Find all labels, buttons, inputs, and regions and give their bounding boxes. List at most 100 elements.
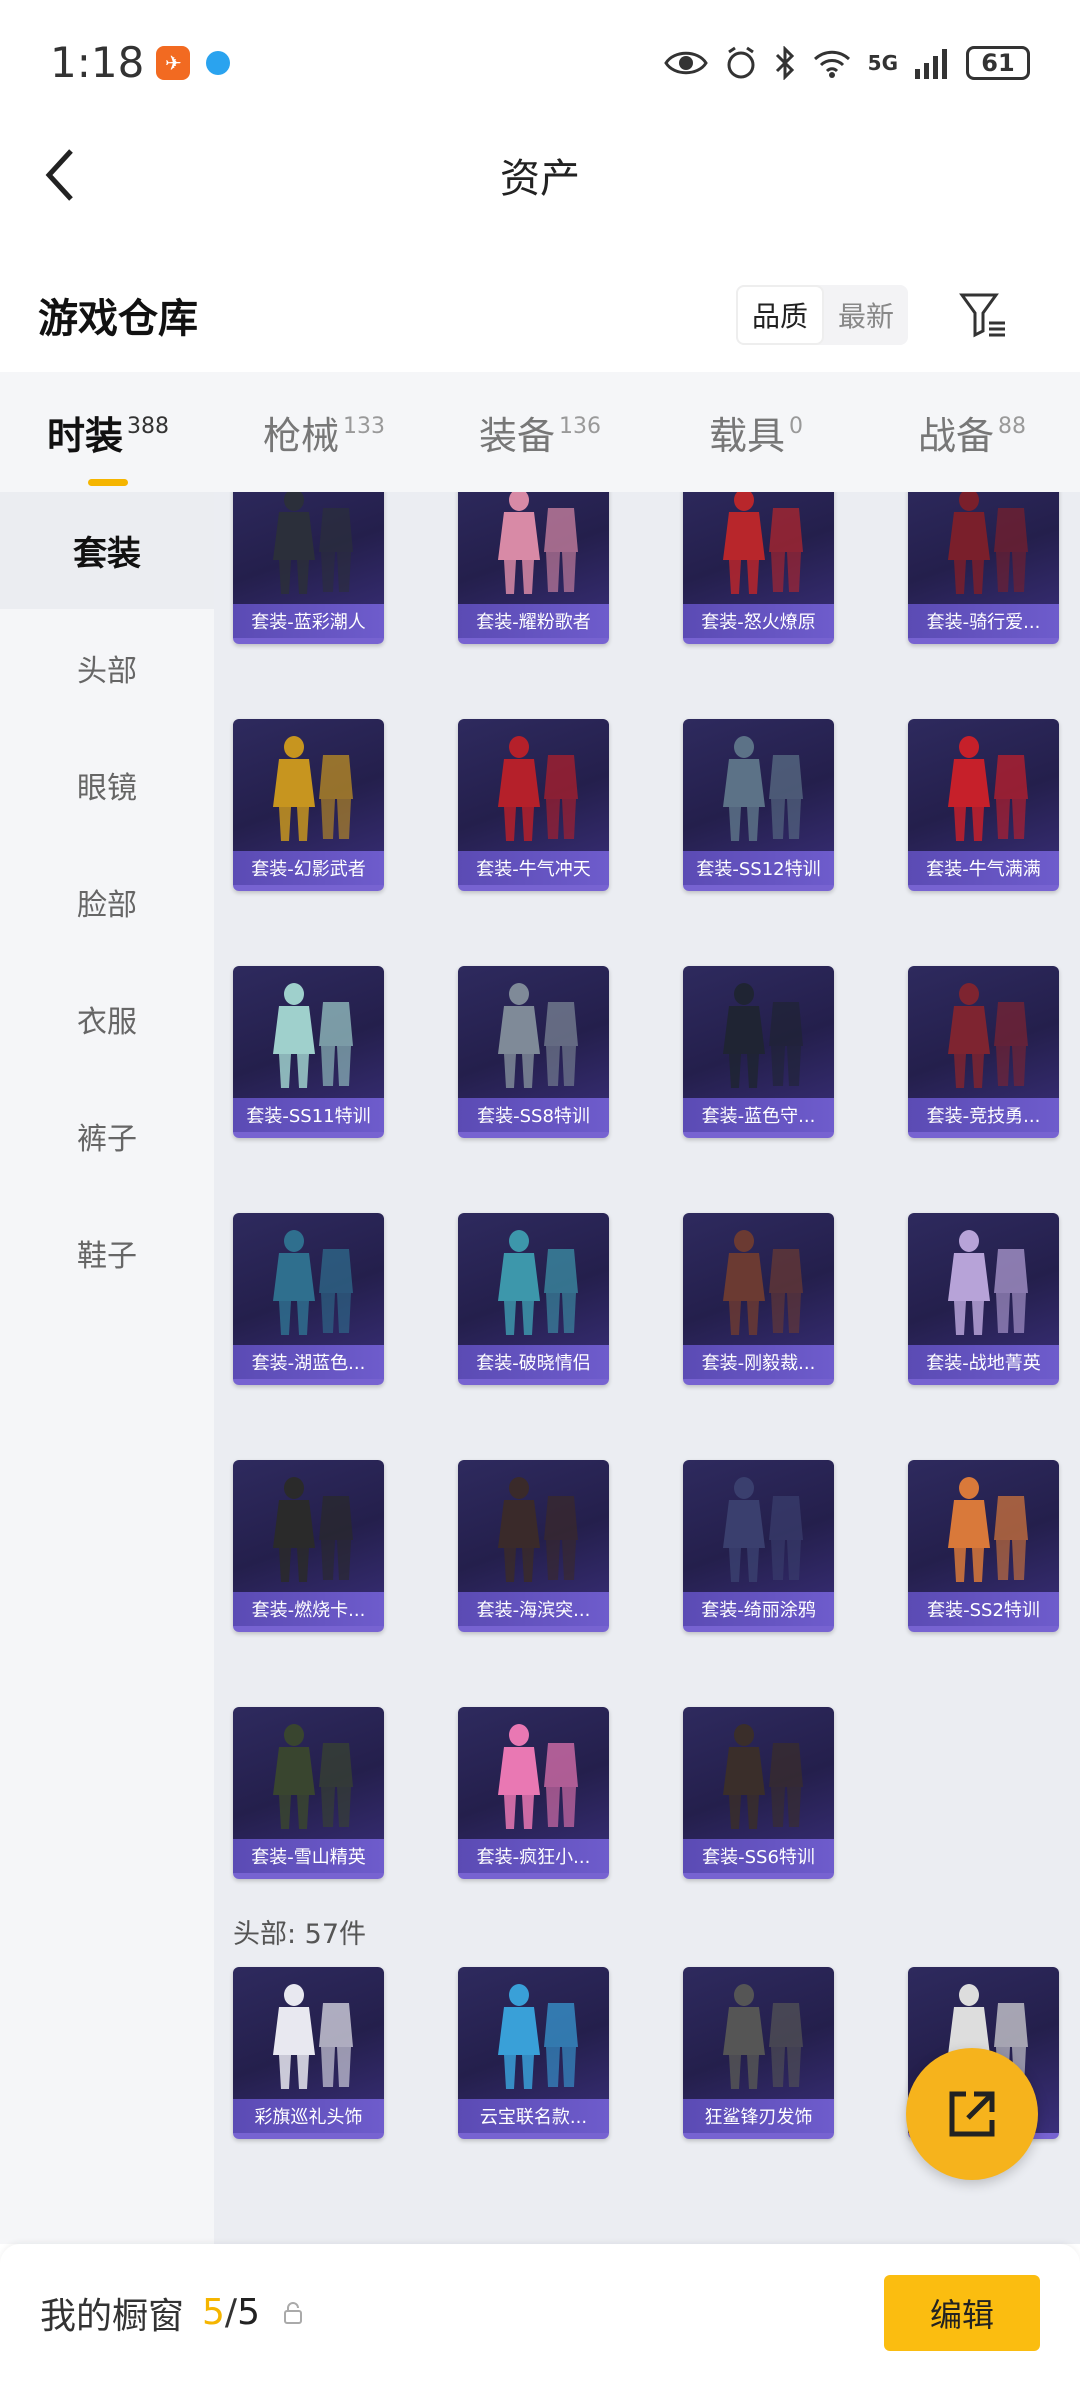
filter-button[interactable]	[954, 285, 1014, 345]
item-card[interactable]: 套装-破晓情侣	[458, 1213, 609, 1385]
item-label: 套装-SS11特训	[233, 1098, 384, 1132]
item-card[interactable]: 套装-刚毅裁...	[683, 1213, 834, 1385]
tab-supplies[interactable]: 战备 88	[864, 405, 1080, 460]
item-figure	[474, 1977, 594, 2101]
item-figure	[699, 1717, 819, 1841]
item-figure	[249, 1223, 369, 1347]
tab-label: 装备	[478, 413, 555, 458]
item-card[interactable]: 套装-蓝色守...	[683, 966, 834, 1138]
item-figure	[249, 492, 369, 606]
item-card[interactable]: 套装-SS8特训	[458, 966, 609, 1138]
item-label: 套装-刚毅裁...	[683, 1345, 834, 1379]
item-label: 套装-湖蓝色...	[233, 1345, 384, 1379]
item-label: 套装-SS12特训	[683, 851, 834, 885]
item-card[interactable]: 套装-湖蓝色...	[233, 1213, 384, 1385]
item-label: 套装-幻影武者	[233, 851, 384, 885]
item-card[interactable]: 套装-SS2特训	[908, 1460, 1059, 1632]
sidebar-item-pants[interactable]: 裤子	[0, 1077, 214, 1194]
main-area: 套装 头部 眼镜 脸部 衣服 裤子 鞋子 套装-蓝彩潮人 套装-耀粉歌者 套装-怒火…	[0, 492, 1080, 2244]
outfit-image	[497, 736, 578, 841]
head-section-label: 头部: 57件	[233, 1919, 367, 1950]
sort-quality-button[interactable]: 品质	[735, 285, 824, 345]
tab-fashion[interactable]: 时装 388	[0, 405, 216, 486]
edit-button[interactable]: 编辑	[884, 2274, 1040, 2351]
sort-newest-button[interactable]: 最新	[824, 285, 908, 345]
outfit-image	[722, 492, 803, 594]
item-card[interactable]: 套装-战地菁英	[908, 1213, 1059, 1385]
item-label: 套装-牛气满满	[908, 851, 1059, 885]
item-card[interactable]: 狂鲨锋刃发饰	[683, 1967, 834, 2139]
network-label: 5G	[867, 50, 898, 75]
item-card[interactable]: 套装-SS11特训	[233, 966, 384, 1138]
share-button[interactable]	[906, 2048, 1038, 2180]
item-figure	[249, 1977, 369, 2101]
back-button[interactable]	[30, 145, 90, 205]
outfit-image	[722, 1984, 803, 2089]
status-icons: 5G 61	[663, 45, 1030, 80]
item-figure	[924, 1223, 1044, 1347]
outfit-image	[722, 983, 803, 1088]
sidebar-item-suits[interactable]: 套装	[0, 492, 214, 609]
item-label: 套装-破晓情侣	[458, 1345, 609, 1379]
item-label: 套装-SS8特训	[458, 1098, 609, 1132]
page-title: 资产	[500, 156, 580, 202]
showcase-used-count: 5	[202, 2292, 225, 2333]
item-card[interactable]: 套装-海滨突...	[458, 1460, 609, 1632]
item-card[interactable]: 套装-幻影武者	[233, 719, 384, 891]
item-card[interactable]: 套装-疯狂小...	[458, 1707, 609, 1879]
item-label: 套装-耀粉歌者	[458, 604, 609, 638]
item-label: 套装-SS2特训	[908, 1592, 1059, 1626]
outfit-image	[947, 1477, 1028, 1582]
item-card[interactable]: 套装-牛气冲天	[458, 719, 609, 891]
outfit-image	[947, 736, 1028, 841]
outfit-image	[272, 736, 353, 841]
outfit-image	[497, 492, 578, 594]
sort-toggle: 品质 最新	[735, 285, 908, 345]
item-card[interactable]: 套装-蓝彩潮人	[233, 492, 384, 644]
item-card[interactable]: 套装-SS12特训	[683, 719, 834, 891]
item-card[interactable]: 套装-SS6特训	[683, 1707, 834, 1879]
item-card[interactable]: 套装-骑行爱...	[908, 492, 1059, 644]
sidebar-item-glasses[interactable]: 眼镜	[0, 726, 214, 843]
item-card[interactable]: 套装-耀粉歌者	[458, 492, 609, 644]
item-figure	[924, 729, 1044, 853]
item-label: 套装-燃烧卡...	[233, 1592, 384, 1626]
sidebar-item-face[interactable]: 脸部	[0, 843, 214, 960]
item-label: 套装-绮丽涂鸦	[683, 1592, 834, 1626]
item-card[interactable]: 套装-怒火燎原	[683, 492, 834, 644]
eye-icon	[663, 51, 708, 74]
item-card[interactable]: 套装-牛气满满	[908, 719, 1059, 891]
item-card[interactable]: 云宝联名款...	[458, 1967, 609, 2139]
outfit-image	[272, 1230, 353, 1335]
item-figure	[474, 976, 594, 1100]
outfit-image	[272, 492, 353, 594]
item-figure	[699, 1470, 819, 1594]
outfit-image	[722, 1477, 803, 1582]
sidebar-item-head[interactable]: 头部	[0, 609, 214, 726]
outfit-image	[722, 1230, 803, 1335]
tab-count: 388	[127, 413, 169, 439]
item-card[interactable]: 套装-雪山精英	[233, 1707, 384, 1879]
outfit-image	[947, 983, 1028, 1088]
tab-equipment[interactable]: 装备 136	[432, 405, 648, 460]
item-card[interactable]: 套装-竞技勇...	[908, 966, 1059, 1138]
outfit-image	[497, 1477, 578, 1582]
item-label: 套装-疯狂小...	[458, 1839, 609, 1873]
category-tabs: 时装 388 枪械 133 装备 136 载具 0 战备 88	[0, 372, 1080, 492]
item-card[interactable]: 彩旗巡礼头饰	[233, 1967, 384, 2139]
sidebar-item-shoes[interactable]: 鞋子	[0, 1194, 214, 1311]
signal-icon	[915, 48, 947, 79]
outfit-image	[272, 1724, 353, 1829]
item-figure	[474, 729, 594, 853]
tab-vehicles[interactable]: 载具 0	[648, 405, 864, 460]
status-bar: 1:18 ✈ 5G 61	[0, 0, 1080, 125]
tab-count: 133	[343, 413, 385, 439]
item-figure	[699, 492, 819, 606]
tab-guns[interactable]: 枪械 133	[216, 405, 432, 460]
active-tab-indicator	[88, 478, 128, 486]
showcase-count: 5/5	[202, 2292, 260, 2333]
item-card[interactable]: 套装-燃烧卡...	[233, 1460, 384, 1632]
item-card[interactable]: 套装-绮丽涂鸦	[683, 1460, 834, 1632]
sidebar-item-clothes[interactable]: 衣服	[0, 960, 214, 1077]
tab-label: 战备	[917, 413, 994, 458]
